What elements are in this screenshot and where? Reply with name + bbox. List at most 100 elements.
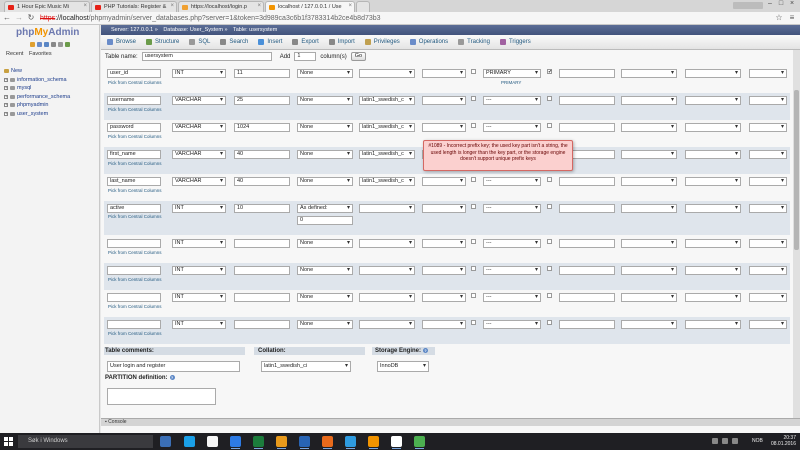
column-transformation-select[interactable] <box>749 293 787 302</box>
help-icon[interactable]: ? <box>169 375 175 380</box>
pick-central-columns-link[interactable]: Pick from Central Columns <box>108 277 162 282</box>
home-icon[interactable] <box>30 42 35 47</box>
forward-icon[interactable]: → <box>14 13 24 23</box>
column-transformation-select[interactable] <box>749 96 787 105</box>
close-icon[interactable]: × <box>257 3 261 9</box>
pick-central-columns-link[interactable]: Pick from Central Columns <box>108 80 162 85</box>
column-mime-select[interactable] <box>685 96 741 105</box>
column-length-input[interactable] <box>234 320 290 329</box>
db-item-mysql[interactable]: + mysql <box>4 84 70 93</box>
column-type-select[interactable]: INT <box>172 266 226 275</box>
column-comments-input[interactable] <box>559 177 615 186</box>
column-length-input[interactable]: 25 <box>234 96 290 105</box>
column-default-select[interactable]: None <box>297 150 353 159</box>
column-mime-select[interactable] <box>685 123 741 132</box>
bookmark-icon[interactable]: ☆ <box>774 13 784 23</box>
column-mime-select[interactable] <box>685 239 741 248</box>
menu-tracking[interactable]: Tracking <box>456 39 498 45</box>
column-name-input[interactable]: user_id <box>107 69 161 78</box>
column-index-select[interactable]: --- <box>483 266 541 275</box>
browser-tab-2[interactable]: PHP Tutorials: Register & × <box>91 1 177 12</box>
column-comments-input[interactable] <box>559 204 615 213</box>
column-collation-select[interactable] <box>359 293 415 302</box>
menu-privileges[interactable]: Privileges <box>363 39 408 45</box>
column-transformation-select[interactable] <box>749 266 787 275</box>
column-transformation-select[interactable] <box>749 123 787 132</box>
column-ai-checkbox[interactable]: ✔ <box>547 69 552 75</box>
column-ai-checkbox[interactable] <box>547 266 552 271</box>
reload-icon[interactable]: ↻ <box>26 13 36 23</box>
pick-central-columns-link[interactable]: Pick from Central Columns <box>108 134 162 139</box>
taskbar-app-icon[interactable] <box>322 436 333 449</box>
pick-central-columns-link[interactable]: Pick from Central Columns <box>108 107 162 112</box>
column-ai-checkbox[interactable] <box>547 177 552 182</box>
taskbar-app-icon[interactable] <box>368 436 379 449</box>
taskbar-app-icon[interactable] <box>345 436 356 449</box>
battery-icon[interactable] <box>732 438 738 444</box>
column-type-select[interactable]: VARCHAR <box>172 123 226 132</box>
column-default-select[interactable]: None <box>297 177 353 186</box>
column-mime-select[interactable] <box>685 320 741 329</box>
primary-key-link[interactable]: PRIMARY <box>501 80 521 85</box>
column-length-input[interactable]: 1024 <box>234 123 290 132</box>
browser-tab-4[interactable]: localhost / 127.0.0.1 / Use × <box>265 1 355 12</box>
column-mime-select[interactable] <box>685 177 741 186</box>
breadcrumb-database[interactable]: Database: User_System » <box>163 27 227 33</box>
column-name-input[interactable] <box>107 239 161 248</box>
column-length-input[interactable]: 11 <box>234 69 290 78</box>
breadcrumb-server[interactable]: Server: 127.0.0.1 » <box>111 27 158 33</box>
column-type-select[interactable]: VARCHAR <box>172 96 226 105</box>
column-index-select[interactable]: --- <box>483 239 541 248</box>
help-icon[interactable]: ? <box>423 348 429 353</box>
column-virtuality-select[interactable] <box>621 204 677 213</box>
column-comments-input[interactable] <box>559 320 615 329</box>
close-icon[interactable]: × <box>348 3 352 9</box>
column-default-select[interactable]: None <box>297 293 353 302</box>
vertical-scrollbar[interactable] <box>793 50 800 425</box>
column-attributes-select[interactable] <box>422 69 466 78</box>
close-window-icon[interactable]: × <box>786 0 798 10</box>
add-columns-input[interactable]: 1 <box>294 52 317 61</box>
column-ai-checkbox[interactable] <box>547 320 552 325</box>
column-null-checkbox[interactable] <box>471 239 476 244</box>
column-virtuality-select[interactable] <box>621 239 677 248</box>
go-button[interactable]: Go <box>350 52 367 61</box>
reload-nav-icon[interactable] <box>65 42 70 47</box>
db-item-phpmyadmin[interactable]: + phpmyadmin <box>4 101 70 110</box>
browser-tab-3[interactable]: https://localhost/login.p × <box>178 1 264 12</box>
column-transformation-select[interactable] <box>749 69 787 78</box>
column-comments-input[interactable] <box>559 239 615 248</box>
column-mime-select[interactable] <box>685 69 741 78</box>
volume-icon[interactable] <box>722 438 728 444</box>
column-comments-input[interactable] <box>559 266 615 275</box>
column-name-input[interactable] <box>107 320 161 329</box>
column-length-input[interactable] <box>234 293 290 302</box>
column-attributes-select[interactable] <box>422 177 466 186</box>
pick-central-columns-link[interactable]: Pick from Central Columns <box>108 214 162 219</box>
taskbar-app-icon[interactable] <box>391 436 402 449</box>
column-ai-checkbox[interactable] <box>547 96 552 101</box>
column-attributes-select[interactable] <box>422 239 466 248</box>
column-default-select[interactable]: None <box>297 239 353 248</box>
column-index-select[interactable]: --- <box>483 96 541 105</box>
pick-central-columns-link[interactable]: Pick from Central Columns <box>108 188 162 193</box>
taskbar-app-icon[interactable] <box>207 436 218 447</box>
breadcrumb-table[interactable]: Table: usersystem <box>233 27 277 33</box>
column-virtuality-select[interactable] <box>621 123 677 132</box>
tab-favorites[interactable]: Favorites <box>29 51 52 57</box>
column-name-input[interactable] <box>107 293 161 302</box>
taskbar-app-icon[interactable] <box>253 436 264 449</box>
column-type-select[interactable]: INT <box>172 320 226 329</box>
column-mime-select[interactable] <box>685 150 741 159</box>
column-attributes-select[interactable] <box>422 123 466 132</box>
column-collation-select[interactable]: latin1_swedish_c <box>359 96 415 105</box>
column-index-select[interactable]: --- <box>483 123 541 132</box>
column-collation-select[interactable] <box>359 320 415 329</box>
menu-import[interactable]: Import <box>327 39 363 45</box>
column-collation-select[interactable] <box>359 204 415 213</box>
column-virtuality-select[interactable] <box>621 150 677 159</box>
taskbar-app-icon[interactable] <box>160 436 171 447</box>
help-icon[interactable] <box>44 42 49 47</box>
column-comments-input[interactable] <box>559 293 615 302</box>
column-ai-checkbox[interactable] <box>547 204 552 209</box>
